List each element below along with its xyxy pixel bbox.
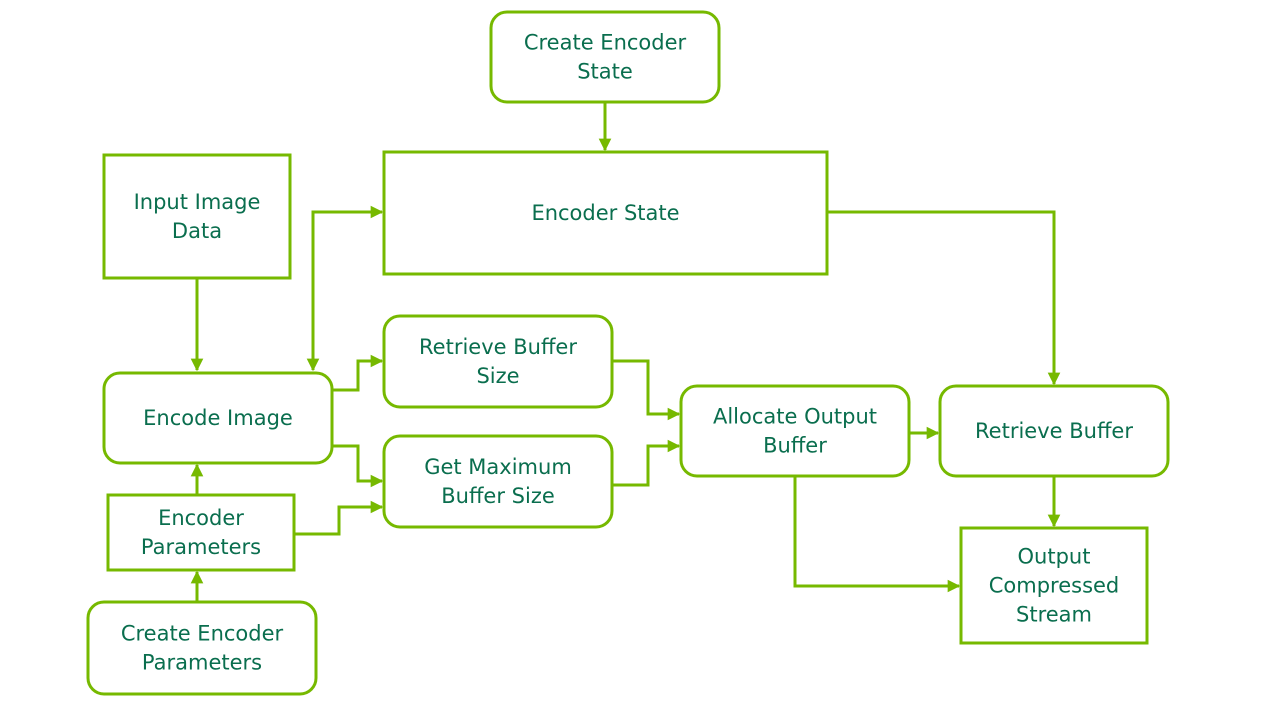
node-label: Retrieve Buffer (419, 335, 577, 359)
node-label: Size (476, 364, 519, 388)
edge-retrieve-buffer-size-to-allocate-output-buffer (612, 359, 681, 421)
node-input-image-data: Input Image Data (102, 153, 292, 280)
node-label: Compressed (989, 574, 1120, 598)
node-label: Stream (1016, 603, 1092, 627)
node-retrieve-buffer-size: Retrieve Buffer Size (382, 314, 614, 409)
node-label: Input Image (134, 190, 261, 214)
node-label: Retrieve Buffer (975, 419, 1133, 443)
node-encoder-parameters: Encoder Parameters (106, 493, 296, 572)
node-create-encoder-state: Create Encoder State (489, 10, 721, 104)
edge-encoder-state-to-retrieve-buffer (827, 210, 1061, 386)
edge-allocate-output-buffer-to-output-compressed-stream (793, 476, 961, 593)
node-label: Buffer (763, 434, 827, 458)
node-label: Parameters (141, 535, 261, 559)
node-label: Parameters (142, 651, 262, 675)
node-encoder-state: Encoder State (382, 150, 829, 276)
node-box (382, 434, 614, 529)
node-label: Create Encoder (524, 31, 687, 55)
node-box (86, 600, 318, 696)
node-label: Allocate Output (713, 405, 877, 429)
node-allocate-output-buffer: Allocate Output Buffer (679, 384, 911, 478)
node-output-compressed-stream: Output Compressed Stream (959, 526, 1149, 645)
node-label: Encode Image (143, 406, 293, 430)
edge-encode-image-to-encoder-state (306, 205, 384, 372)
node-box (489, 10, 721, 104)
node-box (382, 314, 614, 409)
node-label: Get Maximum (424, 455, 572, 479)
node-label: Data (172, 219, 222, 243)
node-encode-image: Encode Image (102, 371, 334, 465)
flow-diagram: Create Encoder State Encoder State Input Im… (86, 10, 1170, 696)
node-label: Output (1018, 545, 1091, 569)
node-box (679, 384, 911, 478)
node-label: Create Encoder (121, 622, 284, 646)
node-create-encoder-parameters: Create Encoder Parameters (86, 600, 318, 696)
edge-encode-image-to-get-maximum-buffer-size (332, 444, 384, 488)
node-label: Encoder State (531, 201, 679, 225)
edge-encoder-parameters-to-get-maximum-buffer-size (294, 500, 384, 536)
edge-get-maximum-buffer-size-to-allocate-output-buffer (612, 439, 681, 487)
nodes: Create Encoder State Encoder State Input Im… (86, 10, 1170, 696)
node-label: State (577, 60, 633, 84)
node-label: Encoder (158, 506, 244, 530)
node-get-maximum-buffer-size: Get Maximum Buffer Size (382, 434, 614, 529)
node-label: Buffer Size (441, 484, 555, 508)
edge-encode-image-to-retrieve-buffer-size (332, 354, 384, 392)
node-retrieve-buffer: Retrieve Buffer (938, 384, 1170, 478)
node-box (102, 153, 292, 280)
